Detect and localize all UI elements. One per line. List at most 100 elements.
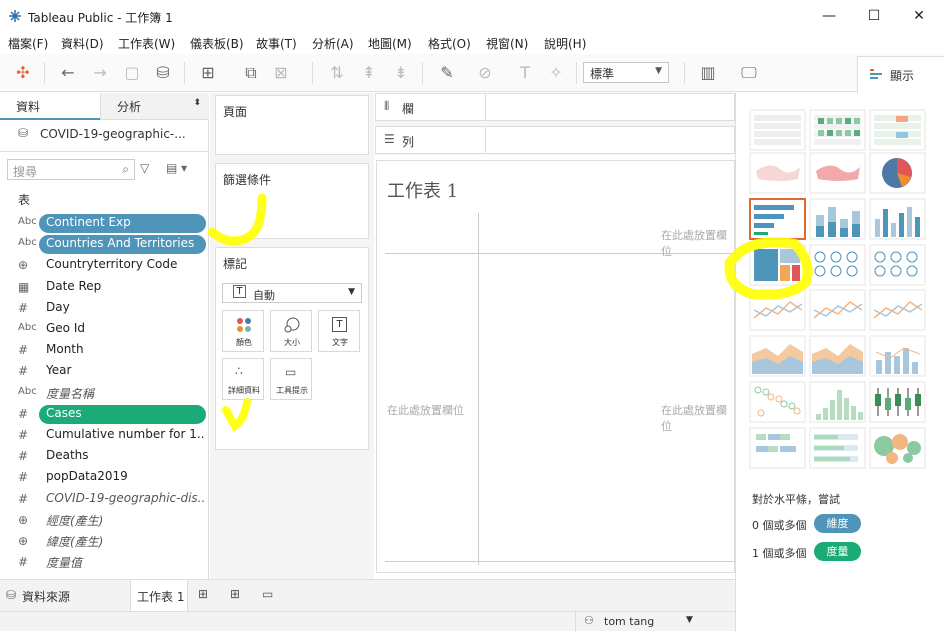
new-worksheet-icon[interactable]: ⊞ — [197, 62, 219, 84]
swap-icon[interactable]: ⇅ — [326, 62, 348, 84]
group-icon[interactable]: ⊘ — [474, 62, 496, 84]
presentation-mode-icon[interactable]: 🖵 — [738, 62, 760, 84]
side-by-side-circles-icon[interactable] — [869, 244, 926, 286]
dual-combination-icon[interactable] — [869, 335, 926, 377]
field-item[interactable]: # Month — [0, 340, 208, 361]
clear-sheet-icon[interactable]: ⊠ — [270, 62, 292, 84]
undo-icon[interactable]: ← — [57, 62, 79, 84]
circle-views-icon[interactable] — [809, 244, 866, 286]
show-me-tab[interactable]: 顯示 — [857, 56, 944, 93]
filter-icon[interactable]: ▽ — [140, 161, 149, 175]
tab-data[interactable]: 資料 — [0, 93, 100, 120]
field-item[interactable]: # Cases — [0, 404, 208, 425]
user-menu[interactable]: ⚇ tom tang ▼ — [575, 612, 700, 632]
worksheet-view[interactable]: 工作表 1 在此處放置欄位 在此處放置欄位 在此處放置欄位 — [376, 160, 735, 573]
tooltip-button[interactable]: ▭ 工具提示 — [270, 358, 312, 400]
histogram-icon[interactable] — [809, 381, 866, 423]
close-button[interactable]: ✕ — [896, 4, 942, 28]
stacked-bar-icon[interactable] — [809, 198, 866, 240]
datasource-name[interactable]: COVID-19-geographic-... — [40, 127, 186, 141]
minimize-button[interactable]: — — [806, 4, 852, 28]
filled-map-icon[interactable] — [809, 152, 866, 194]
sheet-tab-1[interactable]: 工作表 1 — [130, 580, 188, 611]
field-item[interactable]: ▦ Date Rep — [0, 277, 208, 298]
sort-ascending-icon[interactable]: ⇞ — [358, 62, 380, 84]
area-discrete-icon[interactable] — [809, 335, 866, 377]
menu-help[interactable]: 說明(H) — [544, 35, 586, 52]
save-icon[interactable]: ▢ — [121, 62, 143, 84]
search-field[interactable]: 搜尋 ⌕ — [7, 159, 135, 180]
field-item[interactable]: # Day — [0, 298, 208, 319]
field-item[interactable]: Abc Geo Id — [0, 319, 208, 340]
packed-bubbles-icon[interactable] — [869, 427, 926, 469]
treemap-icon[interactable] — [749, 244, 806, 286]
field-item[interactable]: ⊕ 緯度(產生) — [0, 531, 208, 552]
menu-data[interactable]: 資料(D) — [61, 35, 104, 52]
menu-analysis[interactable]: 分析(A) — [312, 35, 354, 52]
show-cards-icon[interactable]: ▥ — [697, 62, 719, 84]
menu-story[interactable]: 故事(T) — [256, 35, 297, 52]
text-table-icon[interactable] — [749, 109, 806, 151]
bullet-graph-icon[interactable] — [809, 427, 866, 469]
field-item[interactable]: # COVID-19-geographic-dis... — [0, 489, 208, 510]
field-item[interactable]: # Year — [0, 361, 208, 382]
fit-dropdown[interactable]: 標準 ▼ — [583, 62, 669, 83]
field-item[interactable]: ⊕ Countryterritory Code — [0, 255, 208, 276]
pin-icon[interactable]: ✧ — [545, 62, 567, 84]
field-item[interactable]: Abc Countries And Territories — [0, 234, 208, 255]
field-item[interactable]: # Cumulative number for 1... — [0, 425, 208, 446]
labels-icon[interactable]: T — [514, 62, 536, 84]
detail-button[interactable]: ∴ 詳細資料 — [222, 358, 264, 400]
sheet-title[interactable]: 工作表 1 — [387, 177, 458, 203]
menu-window[interactable]: 視窗(N) — [486, 35, 528, 52]
rows-shelf[interactable]: ☰ 列 — [375, 126, 735, 154]
datasource-tab[interactable]: 資料來源 — [22, 588, 70, 605]
box-whisker-icon[interactable] — [869, 381, 926, 423]
gantt-icon[interactable] — [749, 427, 806, 469]
duplicate-sheet-icon[interactable]: ⧉ — [240, 62, 262, 84]
menu-worksheet[interactable]: 工作表(W) — [118, 35, 175, 52]
field-item[interactable]: # 度量值 — [0, 552, 208, 573]
heat-map-icon[interactable] — [809, 109, 866, 151]
size-button[interactable]: 大小 — [270, 310, 312, 352]
pages-card[interactable]: 頁面 — [215, 95, 369, 155]
menu-map[interactable]: 地圖(M) — [368, 35, 412, 52]
filters-card[interactable]: 篩選條件 — [215, 163, 369, 239]
highlight-table-icon[interactable] — [869, 109, 926, 151]
text-button[interactable]: T 文字 — [318, 310, 360, 352]
field-item[interactable]: ⊕ 經度(產生) — [0, 510, 208, 531]
tab-analytics[interactable]: 分析 ⬍ — [100, 93, 209, 120]
field-item[interactable]: # Deaths — [0, 446, 208, 467]
new-dashboard-tab-icon[interactable]: ⊞ — [230, 587, 240, 601]
new-worksheet-tab-icon[interactable]: ⊞ — [198, 587, 208, 601]
scatter-plot-icon[interactable] — [749, 381, 806, 423]
new-datasource-icon[interactable]: ⛁ — [152, 62, 174, 84]
sort-descending-icon[interactable]: ⇟ — [390, 62, 412, 84]
view-drop-zone[interactable]: 在此處放置欄位 — [661, 402, 734, 434]
field-item[interactable]: # popData2019 — [0, 467, 208, 488]
symbol-map-icon[interactable] — [749, 152, 806, 194]
field-item[interactable]: Abc Continent Exp — [0, 213, 208, 234]
dual-line-icon[interactable] — [869, 289, 926, 331]
new-story-tab-icon[interactable]: ▭ — [262, 587, 273, 601]
line-continuous-icon[interactable] — [749, 289, 806, 331]
menu-file[interactable]: 檔案(F) — [8, 35, 48, 52]
view-options-icon[interactable]: ▤ ▾ — [166, 161, 187, 175]
menu-dashboard[interactable]: 儀表板(B) — [190, 35, 244, 52]
tableau-home-icon[interactable]: ✣ — [12, 62, 34, 84]
field-item[interactable]: Abc 度量名稱 — [0, 383, 208, 404]
highlight-icon[interactable]: ✎ — [436, 62, 458, 84]
pie-chart-icon[interactable] — [869, 152, 926, 194]
side-by-side-bar-icon[interactable] — [869, 198, 926, 240]
redo-icon[interactable]: → — [89, 62, 111, 84]
horizontal-bar-icon[interactable] — [749, 198, 806, 240]
menu-format[interactable]: 格式(O) — [428, 35, 471, 52]
mark-type-dropdown[interactable]: T 自動 ▼ — [222, 283, 362, 303]
rows-drop-zone[interactable]: 在此處放置欄位 — [387, 402, 464, 418]
columns-drop-zone[interactable]: 在此處放置欄位 — [661, 227, 734, 259]
maximize-button[interactable]: ☐ — [851, 4, 897, 28]
columns-shelf[interactable]: ⦀ 欄 — [375, 93, 735, 121]
area-continuous-icon[interactable] — [749, 335, 806, 377]
color-button[interactable]: 顏色 — [222, 310, 264, 352]
line-discrete-icon[interactable] — [809, 289, 866, 331]
